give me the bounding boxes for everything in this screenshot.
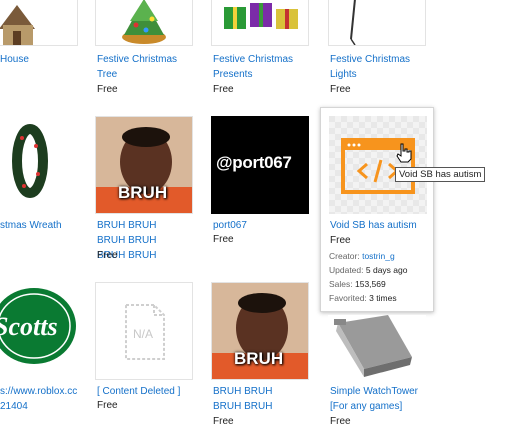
sales-label: Sales:: [329, 279, 353, 289]
favorited-value: 3 times: [369, 293, 397, 303]
item-thumbnail[interactable]: N/A: [95, 282, 193, 380]
bruh-caption: BRUH: [234, 349, 284, 368]
item-thumbnail[interactable]: [328, 0, 426, 46]
favorited-label: Favorited:: [329, 293, 367, 303]
item-thumbnail[interactable]: [328, 315, 426, 380]
item-thumbnail[interactable]: BRUH: [211, 282, 309, 380]
item-price: Free: [97, 250, 118, 261]
hand-cursor-icon: [396, 143, 412, 163]
item-price: Free: [330, 235, 351, 246]
item-thumbnail[interactable]: [95, 0, 193, 46]
item-name[interactable]: Festive Christmas Lights: [330, 52, 426, 82]
item-price: Free: [213, 416, 234, 427]
item-name[interactable]: Void SB has autism: [330, 218, 430, 233]
item-price: Free: [330, 416, 351, 427]
item-name[interactable]: Simple WatchTower [For any games]: [330, 384, 426, 414]
item-price: Free: [213, 84, 234, 95]
item-thumbnail[interactable]: Scotts: [0, 282, 78, 380]
scotts-logo-text: Scotts: [0, 312, 58, 341]
updated-row: Updated: 5 days ago: [329, 265, 407, 275]
item-thumbnail[interactable]: @port067: [211, 116, 309, 214]
sales-value: 153,569: [355, 279, 386, 289]
wreath-image: [12, 124, 48, 198]
item-name[interactable]: stmas Wreath: [0, 218, 80, 233]
sales-row: Sales: 153,569: [329, 279, 386, 289]
item-name[interactable]: BRUH BRUH BRUH BRUH: [213, 384, 303, 414]
updated-value: 5 days ago: [365, 265, 408, 275]
item-name[interactable]: port067: [213, 218, 309, 233]
item-price: Free: [213, 234, 234, 245]
christmas-tree-image: [122, 0, 166, 44]
code-window-icon: [329, 116, 427, 214]
item-thumbnail[interactable]: BRUH: [95, 116, 193, 214]
item-thumbnail[interactable]: [0, 0, 78, 46]
item-price: Free: [97, 84, 118, 95]
port067-caption: @port067: [216, 153, 292, 172]
item-price: Free: [330, 84, 351, 95]
item-price: Free: [97, 400, 118, 411]
item-thumbnail[interactable]: [211, 0, 309, 46]
item-name[interactable]: Festive Christmas Presents: [213, 52, 309, 82]
item-name[interactable]: [ Content Deleted ]: [97, 384, 193, 399]
christmas-presents-image: [224, 3, 298, 29]
favorited-row: Favorited: 3 times: [329, 293, 397, 303]
item-name[interactable]: s://www.roblox.cc 21404: [0, 384, 80, 414]
christmas-lights-image: [350, 0, 356, 45]
item-hover-card[interactable]: Void SB has autism Free Creator: tostrin…: [320, 107, 434, 312]
updated-label: Updated:: [329, 265, 364, 275]
item-thumbnail[interactable]: [0, 116, 78, 214]
bruh-caption: BRUH: [118, 183, 168, 202]
watchtower-image: [334, 315, 412, 377]
creator-link[interactable]: tostrin_g: [362, 251, 395, 261]
house-thumbnail-image: [0, 5, 35, 45]
item-name[interactable]: House: [0, 52, 80, 67]
creator-row: Creator: tostrin_g: [329, 251, 395, 261]
item-thumbnail[interactable]: [329, 116, 427, 214]
creator-label: Creator:: [329, 251, 360, 261]
na-label: N/A: [133, 327, 154, 341]
tooltip: Void SB has autism: [395, 167, 486, 182]
item-name[interactable]: Festive Christmas Tree: [97, 52, 193, 82]
